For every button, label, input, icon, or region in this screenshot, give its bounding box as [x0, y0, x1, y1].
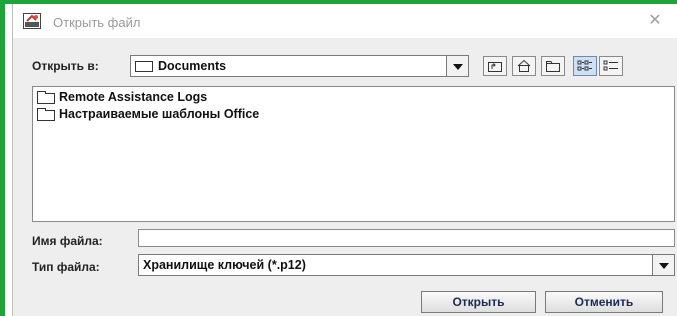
up-one-level-icon — [488, 62, 502, 72]
folder-icon — [135, 61, 153, 72]
close-icon[interactable]: ✕ — [645, 11, 665, 31]
details-view-button[interactable] — [599, 56, 623, 76]
file-type-combo[interactable]: Хранилище ключей (*.p12) — [138, 254, 675, 276]
title-bar: Открыть файл ✕ — [13, 4, 677, 38]
look-in-value: Documents — [158, 59, 227, 73]
chevron-down-icon[interactable] — [446, 56, 468, 76]
open-file-dialog: Открыть файл ✕ Открыть в: Documents Remo… — [12, 4, 677, 316]
up-one-level-button[interactable] — [483, 56, 507, 76]
new-folder-button[interactable] — [541, 56, 565, 76]
open-button[interactable]: Открыть — [421, 291, 536, 313]
list-view-button[interactable] — [573, 56, 597, 76]
folder-icon — [37, 91, 55, 104]
cancel-button[interactable]: Отменить — [545, 291, 663, 313]
file-name-input[interactable] — [138, 229, 675, 247]
file-list[interactable]: Remote Assistance Logs Настраиваемые шаб… — [32, 86, 675, 222]
window-title: Открыть файл — [53, 15, 141, 30]
look-in-combo[interactable]: Documents — [130, 55, 469, 77]
file-type-value: Хранилище ключей (*.p12) — [143, 258, 306, 272]
chevron-down-icon[interactable] — [652, 255, 674, 275]
file-name: Настраиваемые шаблоны Office — [59, 107, 260, 121]
list-item[interactable]: Remote Assistance Logs — [37, 90, 337, 106]
details-view-icon — [603, 60, 618, 71]
look-in-label: Открыть в: — [32, 59, 99, 73]
file-name: Remote Assistance Logs — [59, 90, 208, 104]
new-folder-icon — [546, 61, 560, 72]
window-accent-border-left — [0, 0, 5, 316]
home-button[interactable] — [512, 56, 536, 76]
file-name-label: Имя файла: — [32, 234, 103, 248]
list-view-icon — [577, 60, 592, 71]
java-app-icon — [23, 13, 41, 29]
home-icon — [517, 59, 531, 72]
folder-icon — [37, 108, 55, 121]
file-type-label: Тип файла: — [32, 260, 100, 274]
list-item[interactable]: Настраиваемые шаблоны Office — [37, 107, 337, 123]
